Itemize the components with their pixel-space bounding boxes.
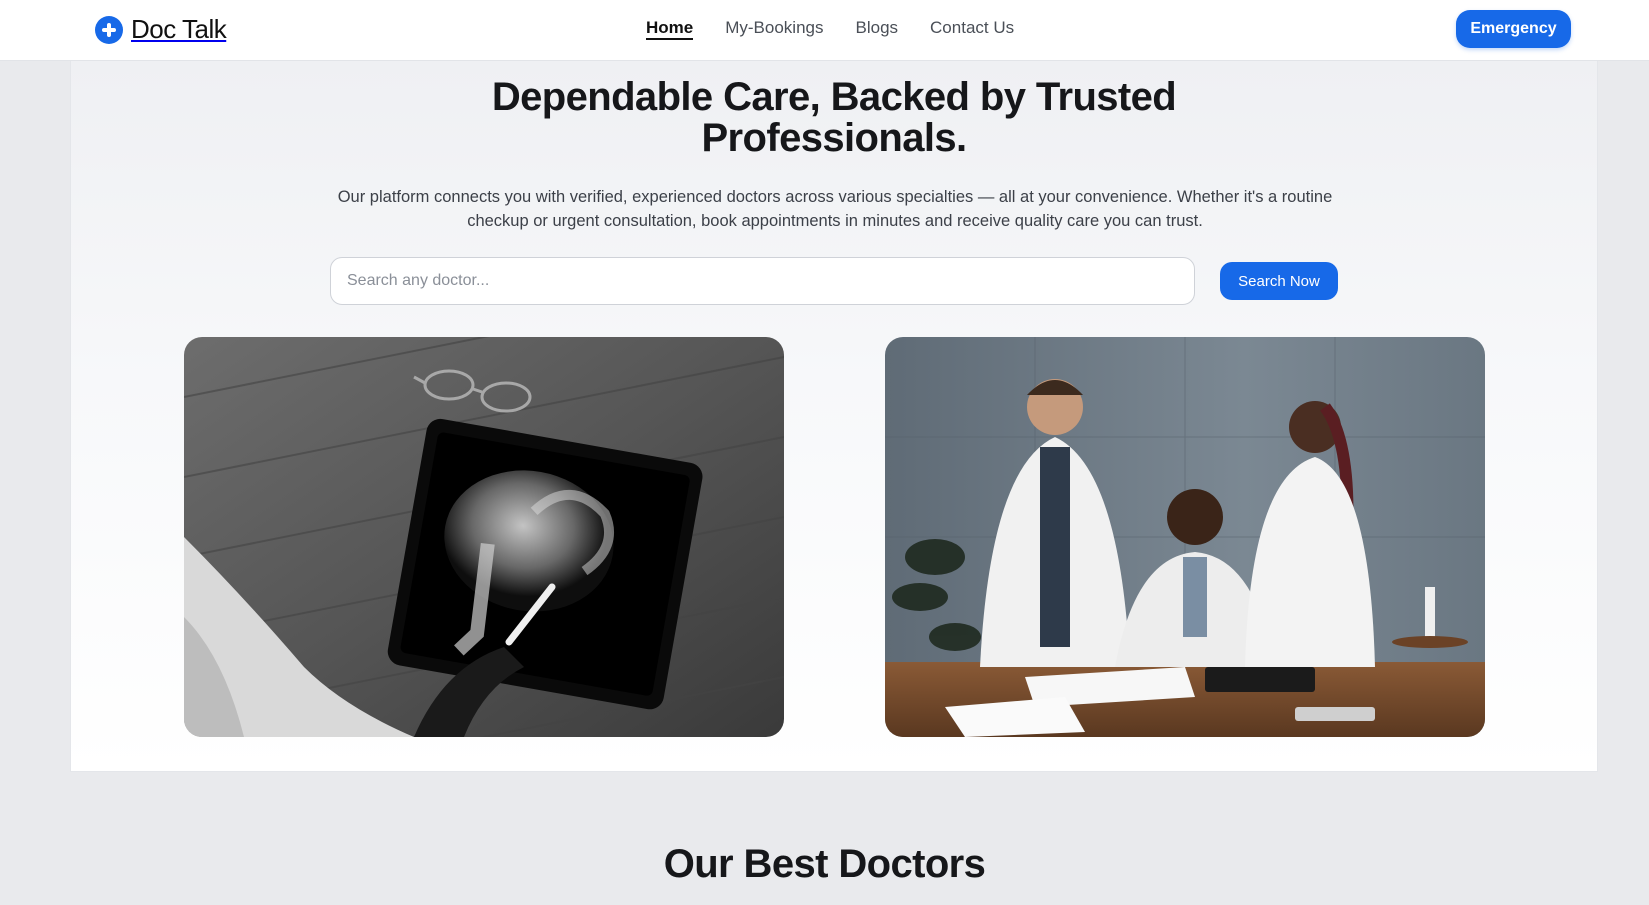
hero-title: Dependable Care, Backed by Trusted Profe…: [71, 77, 1597, 159]
x-ray-tablet-photo: [184, 337, 784, 737]
x-ray-tablet-illustration: [184, 337, 784, 737]
nav-item-blogs: Blogs: [856, 18, 899, 38]
hero-description: Our platform connects you with verified,…: [337, 188, 1333, 230]
nav-link-blogs[interactable]: Blogs: [856, 18, 899, 37]
doctors-team-illustration: [885, 337, 1485, 737]
brand-name: Doc Talk: [131, 14, 227, 44]
nav-item-contact-us: Contact Us: [930, 18, 1014, 38]
doctor-search-input[interactable]: [330, 257, 1195, 305]
hero-section: Dependable Care, Backed by Trusted Profe…: [70, 61, 1598, 772]
plus-circle-icon: [95, 15, 123, 44]
main-nav: Home My-Bookings Blogs Contact Us: [646, 18, 1014, 40]
hero-title-line-1: Dependable Care, Backed by Trusted: [491, 75, 1177, 119]
nav-item-my-bookings: My-Bookings: [725, 18, 823, 38]
emergency-button[interactable]: Emergency: [1456, 10, 1571, 48]
best-doctors-title: Our Best Doctors: [663, 842, 986, 886]
doctors-team-photo: [885, 337, 1485, 737]
hero-title-line-2: Professionals.: [701, 116, 967, 160]
nav-link-my-bookings[interactable]: My-Bookings: [725, 18, 823, 37]
search-now-button[interactable]: Search Now: [1220, 262, 1338, 300]
nav-link-contact-us[interactable]: Contact Us: [930, 18, 1014, 37]
nav-link-home[interactable]: Home: [646, 18, 694, 40]
top-navbar: Doc Talk Home My-Bookings Blogs Contact …: [0, 0, 1649, 61]
brand-logo[interactable]: Doc Talk: [95, 14, 227, 45]
nav-item-home: Home: [646, 18, 694, 40]
